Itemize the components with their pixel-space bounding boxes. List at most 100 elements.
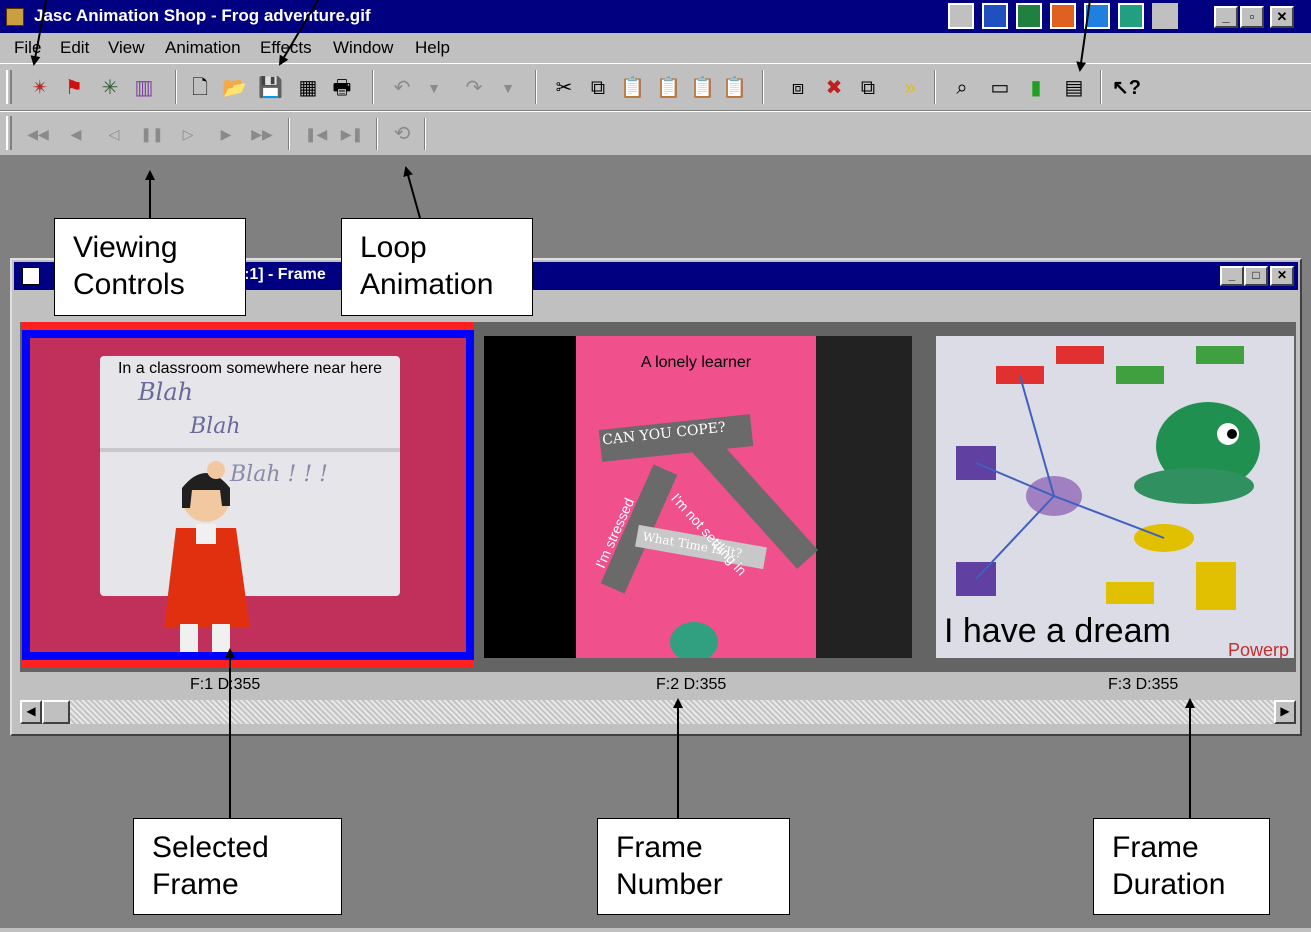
banner-wizard-icon[interactable]: ⚑ [62,76,86,100]
view-animation-icon[interactable]: ▤ [1062,76,1086,100]
loop-animation-icon[interactable]: ⟲ [390,122,414,146]
play-forward-icon[interactable]: ▷ [176,122,200,146]
menu-help[interactable]: Help [415,38,450,58]
menu-window[interactable]: Window [333,38,393,58]
menu-bar: File Edit View Animation Effects Window … [0,33,1311,63]
paste-before-icon[interactable]: 📋 [690,76,715,100]
frame-1-caption-text: In a classroom somewhere near here [117,360,383,377]
frame-3-picture [956,346,1260,610]
duplicate-frames-icon[interactable]: ⧉ [856,76,880,100]
frame-1-label: F:1 D:355 [190,676,261,693]
animation-document-window: :1] - Frame _ □ ✕ In a classroom somewhe… [10,258,1302,736]
frame-3-caption-text: I have a dream [944,612,1171,650]
viewing-toolbar: ◀◀ ◀ ◁ ❚❚ ▷ ▶ ▶▶ ❚◀ ▶❚ ⟲ [0,111,1311,156]
new-icon[interactable]: 🗋 [188,76,212,100]
frame-1-selected[interactable]: In a classroom somewhere near here Blah … [22,322,474,668]
color-palette-icon[interactable]: ▮ [1024,76,1048,100]
frame-3-image[interactable]: I have a dream Powerp [936,336,1294,658]
standard-toolbar: ✴ ⚑ ✳ ▥ 🗋 📂 💾 ▦ 🖶 ↶ ▼ ↷ ▼ ✂ ⧉ 📋 📋 📋 📋 ⧈ … [0,63,1311,111]
toolbar-grip[interactable] [6,70,12,104]
crop-icon[interactable]: ⧈ [786,76,810,100]
step-backward-icon[interactable]: ❚◀ [304,122,328,146]
scroll-left-button[interactable]: ◀ [20,700,42,724]
loop-animation-callout: Loop Animation [341,218,533,316]
scroll-right-button[interactable]: ▶ [1274,700,1296,724]
save-frames-icon[interactable]: ▦ [296,76,320,100]
paste-after-icon[interactable]: 📋 [722,76,747,100]
toolbar-separator [288,118,290,150]
frame-1-handwriting-2: Blah [190,414,241,439]
delete-frames-icon[interactable]: ✖ [822,76,846,100]
horizontal-scrollbar[interactable]: ◀ ▶ [20,700,1296,724]
zoom-icon[interactable]: ⌕ [950,76,974,100]
menu-view[interactable]: View [108,38,145,58]
menu-effects[interactable]: Effects [260,38,312,58]
frame-2-picture [576,336,912,658]
toolbar-grip[interactable] [6,116,12,150]
insert-transition-icon[interactable]: » [898,76,922,100]
print-icon[interactable]: 🖶 [330,76,354,100]
copy-icon[interactable]: ⧉ [586,76,610,100]
word-icon[interactable] [982,3,1008,29]
viewing-controls-callout: Viewing Controls [54,218,246,316]
minimize-button[interactable]: _ [1214,6,1238,28]
previous-frame-icon[interactable]: ◀ [64,122,88,146]
document-maximize-button[interactable]: □ [1244,266,1268,286]
save-icon[interactable]: 💾 [258,76,283,100]
frame-1-handwriting-3: Blah ! ! ! [230,462,328,487]
toolbar-separator [934,70,936,104]
frame-wizard-icon[interactable]: ✳ [98,76,122,100]
outlook-icon[interactable] [1084,3,1110,29]
toolbar-separator [535,70,537,104]
frame-3-corner-text: Powerp [1228,640,1290,658]
selected-frame-callout: Selected Frame [133,818,342,915]
redo-dropdown-icon[interactable]: ▼ [496,76,520,100]
menu-edit[interactable]: Edit [60,38,89,58]
frame-3-label: F:3 D:355 [1108,676,1179,693]
window-title: Jasc Animation Shop - Frog adventure.gif [34,6,371,25]
menu-animation[interactable]: Animation [165,38,241,58]
paste-new-icon[interactable]: 📋 [656,76,681,100]
play-backward-icon[interactable]: ◁ [102,122,126,146]
frame-properties-icon[interactable]: ▭ [988,76,1012,100]
office-icon[interactable] [948,3,974,29]
redo-icon[interactable]: ↷ [462,76,486,100]
toolbar-separator [372,70,374,104]
title-bar: Jasc Animation Shop - Frog adventure.gif… [0,0,1311,33]
animation-wizard-icon[interactable]: ✴ [28,76,52,100]
step-forward-icon[interactable]: ▶❚ [340,122,364,146]
frame-1-handwriting-1: Blah [138,378,194,406]
frame-2-label: F:2 D:355 [656,676,727,693]
pause-icon[interactable]: ❚❚ [140,122,164,146]
frame-2-caption-text: A lonely learner [640,354,752,371]
scroll-thumb[interactable] [42,700,70,724]
app-icon[interactable] [6,8,24,26]
key-icon[interactable] [1152,3,1178,29]
frame-1-border: In a classroom somewhere near here Blah … [22,330,474,660]
restore-button[interactable]: ▫ [1240,6,1264,28]
first-frame-icon[interactable]: ◀◀ [26,122,50,146]
publisher-icon[interactable] [1118,3,1144,29]
paste-icon[interactable]: 📋 [620,76,645,100]
last-frame-icon[interactable]: ▶▶ [250,122,274,146]
document-close-button[interactable]: ✕ [1270,266,1294,286]
toolbar-separator [424,118,426,150]
document-minimize-button[interactable]: _ [1220,266,1244,286]
next-frame-icon[interactable]: ▶ [214,122,238,146]
menu-file[interactable]: File [14,38,41,58]
undo-dropdown-icon[interactable]: ▼ [422,76,446,100]
document-icon[interactable] [22,267,40,285]
optimization-wizard-icon[interactable]: ▥ [132,76,156,100]
frame-2-image[interactable]: A lonely learner CAN YOU COPE? I'm not s… [484,336,912,658]
undo-icon[interactable]: ↶ [390,76,414,100]
context-help-icon[interactable]: ↖? [1112,76,1141,100]
toolbar-separator [762,70,764,104]
toolbar-separator [175,70,177,104]
powerpoint-icon[interactable] [1050,3,1076,29]
document-title: :1] - Frame [244,266,326,283]
open-icon[interactable]: 📂 [222,76,247,100]
frame-duration-callout: Frame Duration [1093,818,1270,915]
cut-icon[interactable]: ✂ [552,76,576,100]
close-button[interactable]: ✕ [1270,6,1294,28]
excel-icon[interactable] [1016,3,1042,29]
